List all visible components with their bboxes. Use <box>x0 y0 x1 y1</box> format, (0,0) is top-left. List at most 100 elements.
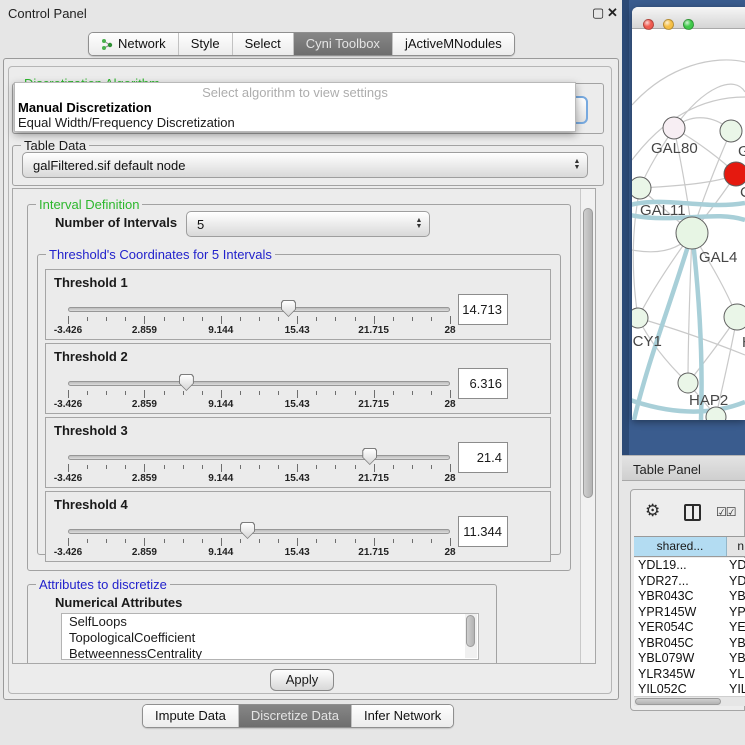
tick-label: -3.426 <box>42 399 94 410</box>
attributes-list[interactable]: SelfLoopsTopologicalCoefficientBetweenne… <box>61 613 479 660</box>
tab-select[interactable]: Select <box>233 33 294 55</box>
network-node[interactable] <box>663 117 685 139</box>
cell-shared-name[interactable]: YLR345W <box>634 667 727 683</box>
attribute-item[interactable]: TopologicalCoefficient <box>62 630 478 646</box>
mac-minimize-icon[interactable] <box>663 19 674 30</box>
tick-mark <box>393 539 394 543</box>
threshold-value-field[interactable]: 6.316 <box>458 368 508 399</box>
tab-impute-data[interactable]: Impute Data <box>143 705 239 727</box>
slider-thumb[interactable] <box>281 300 296 317</box>
cell-name[interactable]: YIL0 <box>727 682 745 696</box>
gear-icon[interactable]: ⚙ <box>645 501 660 521</box>
cell-shared-name[interactable]: YER054C <box>634 620 727 636</box>
table-row[interactable]: YER054CYER0 <box>634 620 745 636</box>
cell-name[interactable]: YBR0 <box>727 589 745 605</box>
threshold-value-field[interactable]: 11.344 <box>458 516 508 547</box>
network-node[interactable] <box>632 177 651 199</box>
cell-shared-name[interactable]: YBR045C <box>634 636 727 652</box>
float-icon[interactable]: ▢ <box>592 5 604 21</box>
tab-cyni-toolbox[interactable]: Cyni Toolbox <box>294 33 393 55</box>
tab-discretize-data[interactable]: Discretize Data <box>239 705 352 727</box>
combo-spinner-icon: ▲▼ <box>413 218 429 230</box>
mac-zoom-icon[interactable] <box>683 19 694 30</box>
table-row[interactable]: YDR27...YDR2 <box>634 574 745 590</box>
network-canvas[interactable]: GAL80GACGAL11GAL4GCY1HHAP2 <box>632 30 745 420</box>
table-row[interactable]: YPR145WYPR1 <box>634 605 745 621</box>
threshold-value-field[interactable]: 21.4 <box>458 442 508 473</box>
bottom-tab-bar: Impute DataDiscretize DataInfer Network <box>142 704 454 728</box>
tick-mark <box>393 391 394 395</box>
columns-icon[interactable] <box>684 504 701 521</box>
tick-mark <box>202 317 203 321</box>
network-node[interactable] <box>720 120 742 142</box>
table-row[interactable]: YLR345WYLR3 <box>634 667 745 683</box>
column-header-shared[interactable]: shared... <box>634 537 727 556</box>
table-data-combo[interactable]: galFiltered.sif default node ▲▼ <box>22 152 588 178</box>
slider-track[interactable] <box>68 529 450 534</box>
dropdown-option[interactable]: Equal Width/Frequency Discretization <box>15 115 575 130</box>
cell-name[interactable]: YBL0 <box>727 651 745 667</box>
table-row[interactable]: YBR043CYBR0 <box>634 589 745 605</box>
tick-mark <box>431 539 432 543</box>
column-header-name[interactable]: n <box>727 537 745 556</box>
slider-track[interactable] <box>68 455 450 460</box>
table-row[interactable]: YBL079WYBL0 <box>634 651 745 667</box>
table-header-row[interactable]: shared... n <box>634 536 745 557</box>
tick-label: 28 <box>424 399 476 410</box>
cell-name[interactable]: YBR0 <box>727 636 745 652</box>
network-node[interactable] <box>724 162 745 186</box>
cell-name[interactable]: YER0 <box>727 620 745 636</box>
slider-thumb[interactable] <box>362 448 377 465</box>
num-intervals-combo[interactable]: 5 ▲▼ <box>186 211 430 237</box>
apply-button[interactable]: Apply <box>270 669 334 691</box>
slider-thumb[interactable] <box>240 522 255 539</box>
checkbox-icons[interactable]: ☑☑ <box>716 505 736 519</box>
scrollbar-thumb[interactable] <box>466 615 475 647</box>
mac-close-icon[interactable] <box>643 19 654 30</box>
cell-shared-name[interactable]: YBR043C <box>634 589 727 605</box>
table-rows[interactable]: YDL19...YDL1YDR27...YDR2YBR043CYBR0YPR14… <box>634 558 745 696</box>
network-node[interactable] <box>632 308 648 328</box>
network-node[interactable] <box>676 217 708 249</box>
cell-name[interactable]: YDL1 <box>727 558 745 574</box>
cell-shared-name[interactable]: YIL052C <box>634 682 727 696</box>
table-row[interactable]: YBR045CYBR0 <box>634 636 745 652</box>
node-label: GAL80 <box>651 140 698 157</box>
tab-jactivemnodules[interactable]: jActiveMNodules <box>393 33 514 55</box>
node-label: C <box>740 184 745 201</box>
cell-name[interactable]: YPR1 <box>727 605 745 621</box>
table-hscrollbar[interactable] <box>634 696 745 706</box>
scrollbar-thumb[interactable] <box>583 208 593 498</box>
viewport-scrollbar[interactable] <box>580 189 595 663</box>
table-row[interactable]: YIL052CYIL0 <box>634 682 745 696</box>
tab-style[interactable]: Style <box>179 33 233 55</box>
scrollbar-thumb[interactable] <box>635 698 721 705</box>
tick-label: 21.715 <box>348 547 400 558</box>
tab-infer-network[interactable]: Infer Network <box>352 705 453 727</box>
attribute-item[interactable]: BetweennessCentrality <box>62 646 478 660</box>
slider-track[interactable] <box>68 381 450 386</box>
network-node[interactable] <box>678 373 698 393</box>
node-label: GAL11 <box>640 202 686 219</box>
attributes-list-scrollbar[interactable] <box>465 614 477 658</box>
dropdown-option[interactable]: Manual Discretization <box>15 100 575 115</box>
cell-name[interactable]: YLR3 <box>727 667 745 683</box>
cell-shared-name[interactable]: YBL079W <box>634 651 727 667</box>
slider-track[interactable] <box>68 307 450 312</box>
slider-thumb[interactable] <box>179 374 194 391</box>
tick-mark <box>450 538 451 546</box>
table-row[interactable]: YDL19...YDL1 <box>634 558 745 574</box>
threshold-value-field[interactable]: 14.713 <box>458 294 508 325</box>
tab-network[interactable]: Network <box>89 33 179 55</box>
cell-shared-name[interactable]: YPR145W <box>634 605 727 621</box>
tick-label: 2.859 <box>118 399 170 410</box>
network-window-titlebar[interactable] <box>632 7 745 29</box>
close-icon[interactable]: ✕ <box>607 5 618 21</box>
cell-shared-name[interactable]: YDL19... <box>634 558 727 574</box>
cell-name[interactable]: YDR2 <box>727 574 745 590</box>
tick-mark <box>259 539 260 543</box>
tick-mark <box>183 317 184 321</box>
attribute-item[interactable]: SelfLoops <box>62 614 478 630</box>
network-node[interactable] <box>724 304 745 330</box>
cell-shared-name[interactable]: YDR27... <box>634 574 727 590</box>
